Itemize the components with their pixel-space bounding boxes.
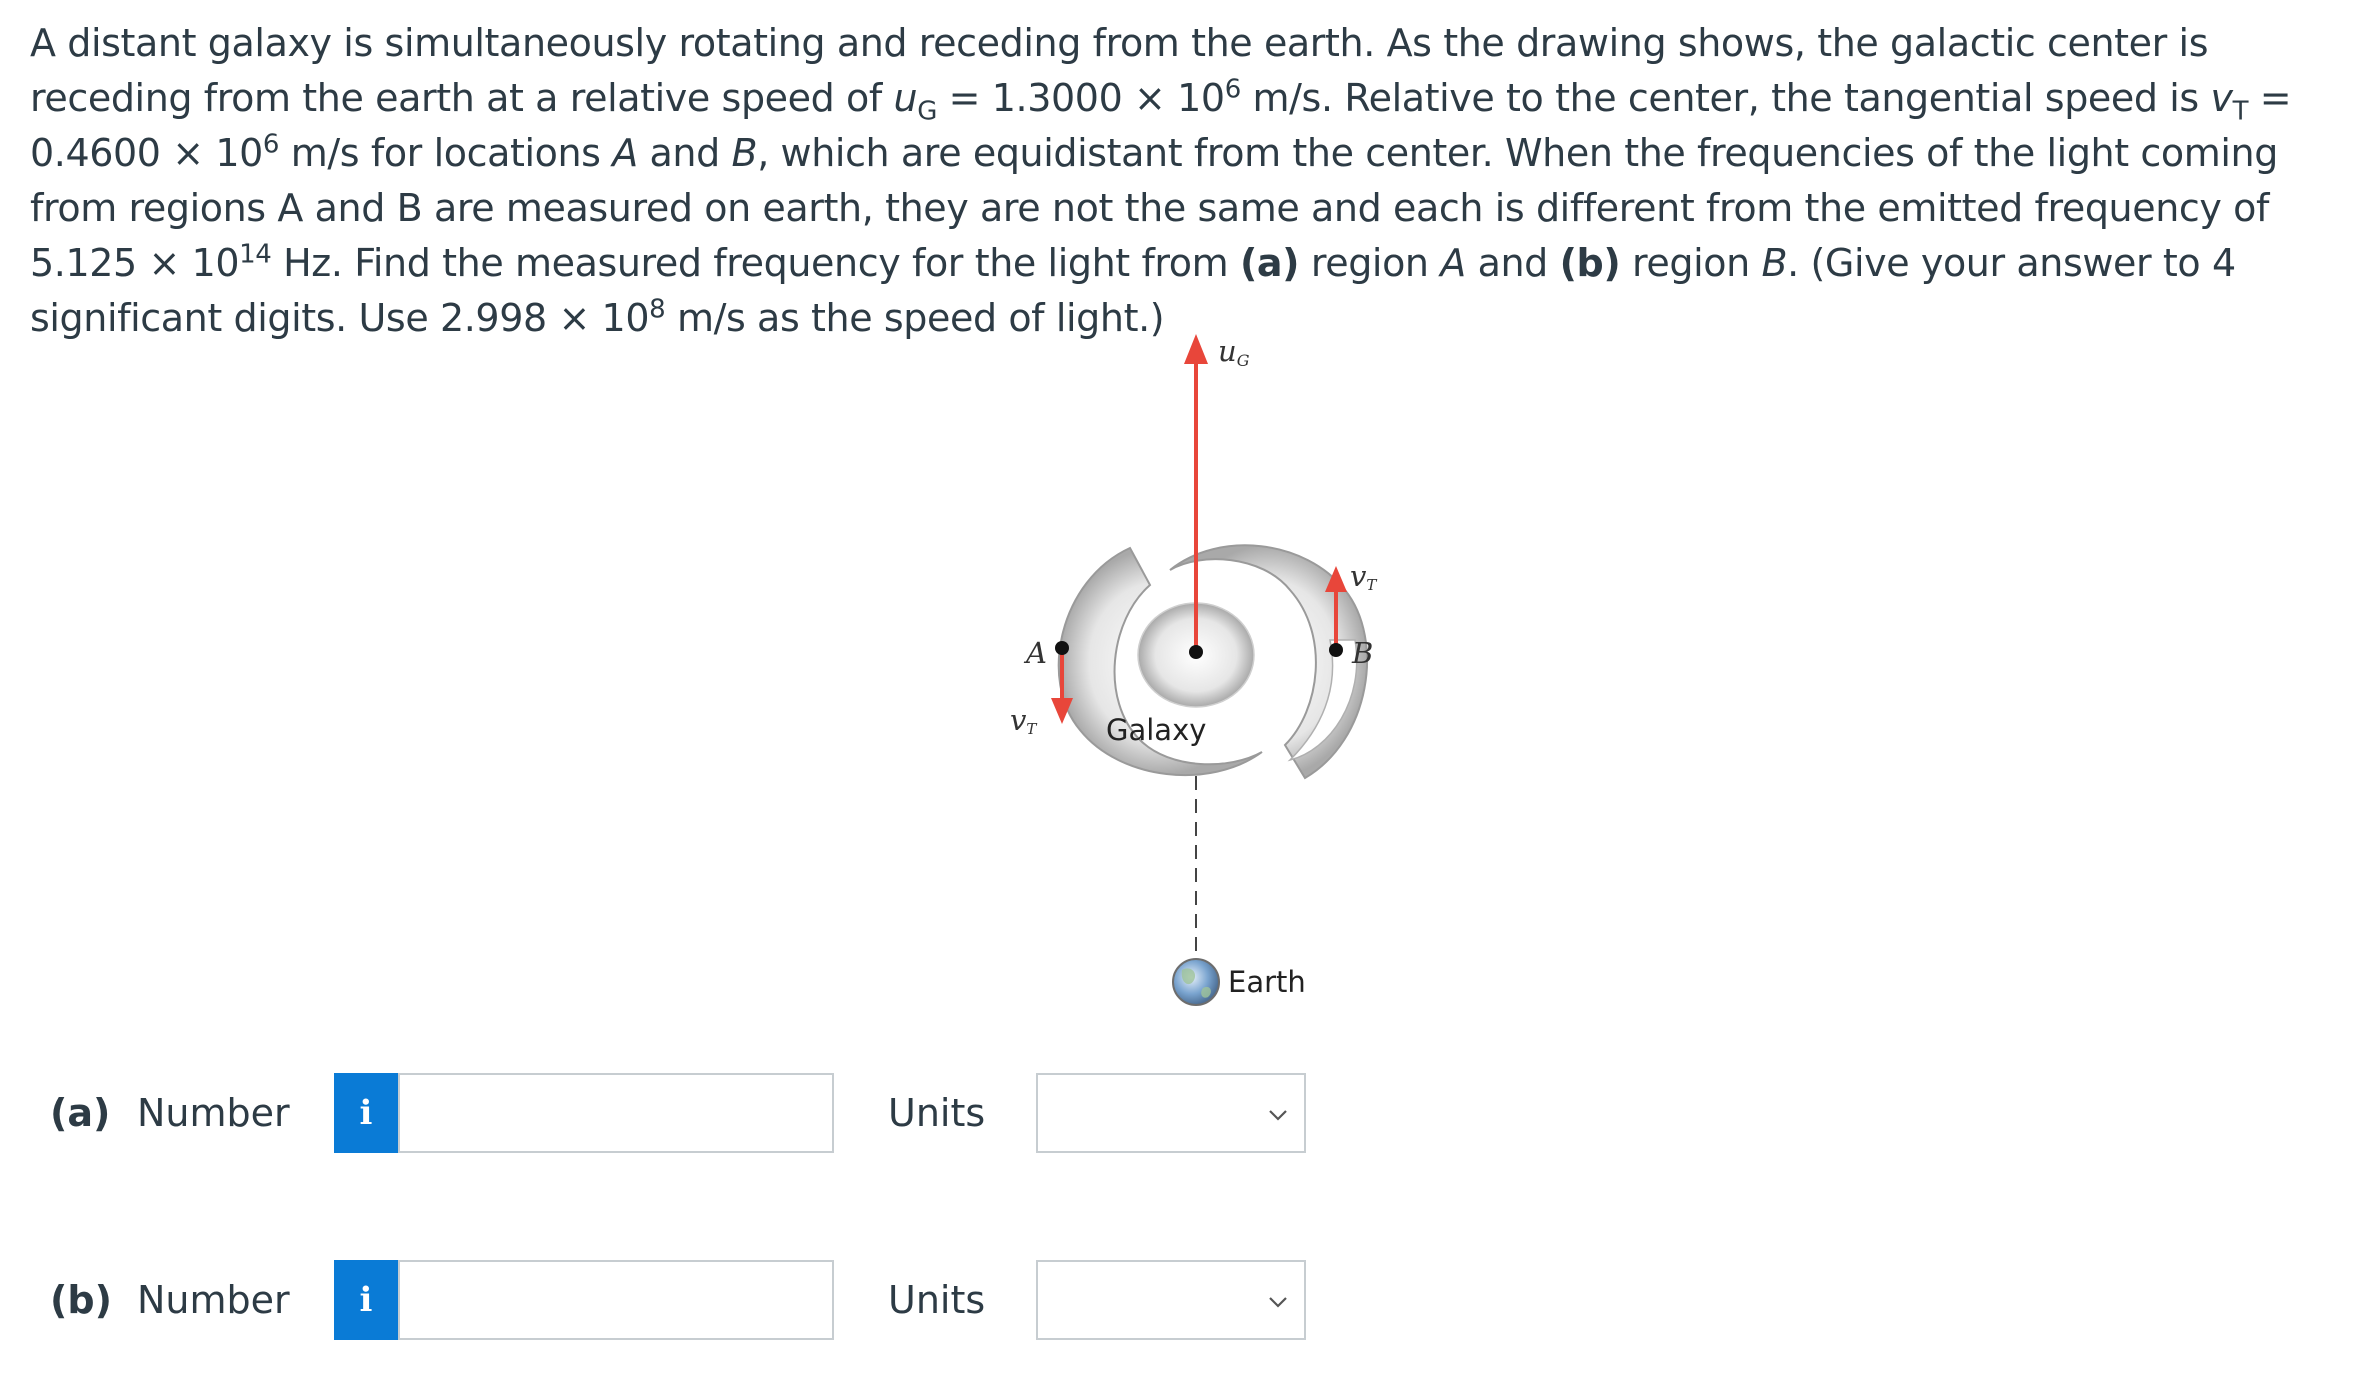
region-a-ref: A bbox=[612, 131, 638, 175]
info-button[interactable]: i bbox=[334, 1260, 398, 1340]
exponent: 14 bbox=[239, 239, 272, 270]
earth-icon bbox=[1172, 958, 1220, 1006]
chevron-down-icon bbox=[1269, 1110, 1287, 1121]
exponent: 8 bbox=[649, 294, 666, 325]
problem-text: region bbox=[1299, 241, 1441, 285]
number-label: Number bbox=[137, 1091, 290, 1135]
subscript-g: G bbox=[917, 96, 937, 127]
exponent: 6 bbox=[1224, 74, 1242, 105]
number-label: Number bbox=[137, 1278, 290, 1322]
part-b-tag: (b) bbox=[1559, 241, 1621, 285]
problem-text: and bbox=[1465, 241, 1560, 285]
vt-arrow-a bbox=[1051, 652, 1073, 724]
symbol-u: u bbox=[893, 76, 918, 120]
region-a-ref: A bbox=[1440, 241, 1466, 285]
problem-text: and bbox=[637, 131, 732, 175]
vt-arrow-b bbox=[1325, 566, 1347, 648]
problem-text: Hz. Find the measured frequency for the … bbox=[271, 241, 1240, 285]
units-select-b[interactable] bbox=[1036, 1260, 1306, 1340]
vt-label-a: vT bbox=[1010, 703, 1037, 738]
problem-text: m/s as the speed of light.) bbox=[665, 296, 1165, 340]
region-b-ref: B bbox=[1761, 241, 1788, 285]
point-b bbox=[1329, 643, 1343, 657]
part-label: (b) bbox=[50, 1278, 112, 1322]
subscript-t: T bbox=[2232, 96, 2249, 127]
vt-label-b: vT bbox=[1350, 559, 1377, 594]
problem-text: m/s. Relative to the center, the tangent… bbox=[1240, 76, 2211, 120]
symbol-v: v bbox=[2210, 76, 2233, 120]
units-label: Units bbox=[888, 1278, 986, 1322]
exponent: 6 bbox=[262, 129, 280, 160]
problem-text: m/s for locations bbox=[279, 131, 613, 175]
part-a-tag: (a) bbox=[1239, 241, 1300, 285]
units-label: Units bbox=[888, 1091, 986, 1135]
units-select-a[interactable] bbox=[1036, 1073, 1306, 1153]
number-input-a[interactable] bbox=[398, 1073, 834, 1153]
ug-arrow bbox=[1184, 334, 1208, 648]
chevron-down-icon bbox=[1269, 1297, 1287, 1308]
problem-text: region bbox=[1620, 241, 1762, 285]
galaxy-label: Galaxy bbox=[1106, 713, 1206, 747]
point-a bbox=[1055, 641, 1069, 655]
earth-label: Earth bbox=[1228, 965, 1306, 999]
galactic-center-point bbox=[1189, 645, 1203, 659]
part-label: (a) bbox=[50, 1091, 111, 1135]
galaxy-shape bbox=[1057, 544, 1369, 780]
point-a-label: A bbox=[1023, 636, 1047, 670]
region-b-ref: B bbox=[731, 131, 758, 175]
point-b-label: B bbox=[1351, 636, 1373, 670]
answer-row-a: (a) Number i Units bbox=[0, 1073, 2372, 1155]
problem-text: = 1.3000 × 10 bbox=[936, 76, 1225, 120]
info-button[interactable]: i bbox=[334, 1073, 398, 1153]
answer-row-b: (b) Number i Units bbox=[0, 1260, 2372, 1342]
number-input-b[interactable] bbox=[398, 1260, 834, 1340]
problem-statement: A distant galaxy is simultaneously rotat… bbox=[30, 16, 2360, 346]
